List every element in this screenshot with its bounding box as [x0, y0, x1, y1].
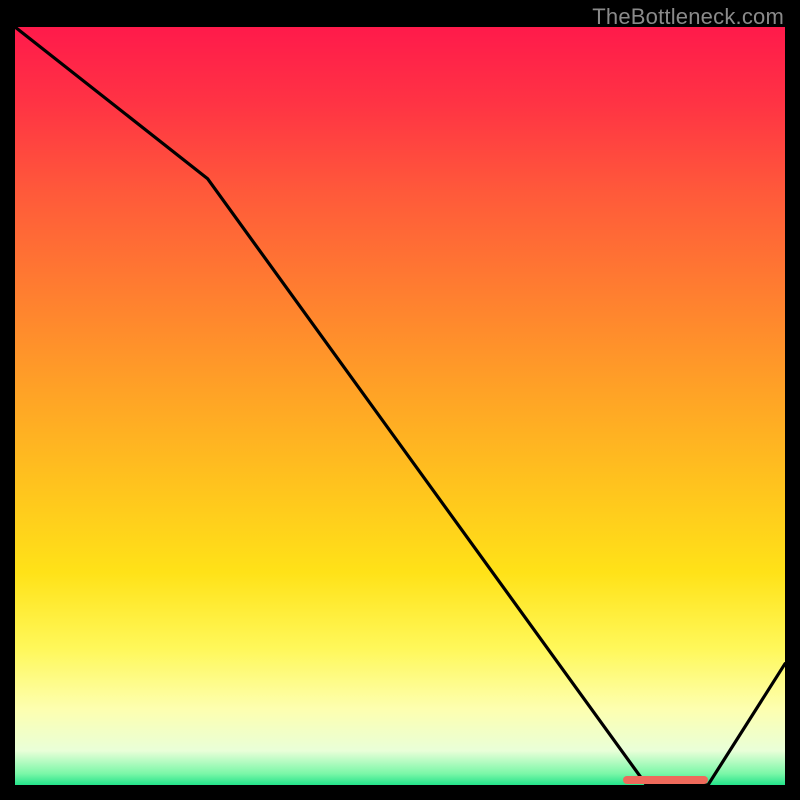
optimal-range-marker	[623, 776, 708, 784]
chart-frame	[15, 27, 785, 785]
gradient-rect	[15, 27, 785, 785]
bottleneck-chart	[15, 27, 785, 785]
